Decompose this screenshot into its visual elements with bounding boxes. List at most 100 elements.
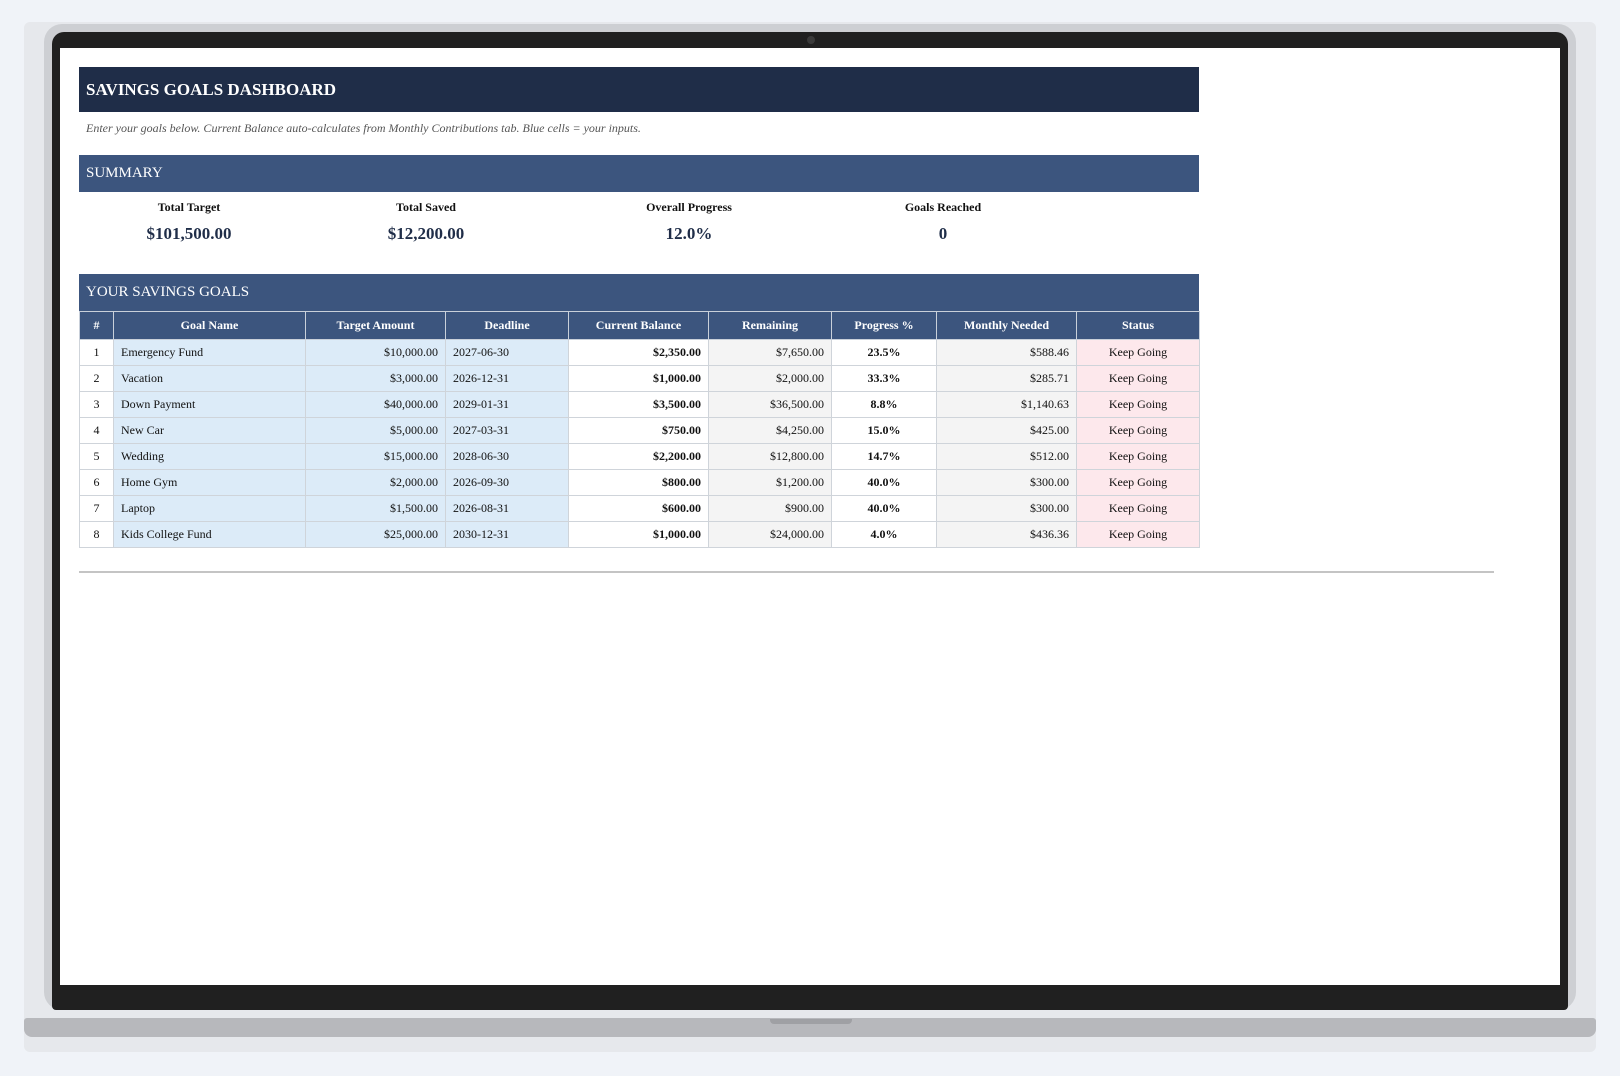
monthly-needed-cell[interactable]: $436.36 [936, 521, 1077, 548]
goal-name-cell[interactable]: New Car [113, 417, 306, 444]
goal-name-cell[interactable]: Home Gym [113, 469, 306, 496]
goal-number-cell[interactable]: 8 [79, 521, 114, 548]
deadline-cell[interactable]: 2030-12-31 [445, 521, 569, 548]
spreadsheet-screen: SAVINGS GOALS DASHBOARD Enter your goals… [60, 48, 1560, 985]
deadline-cell[interactable]: 2027-03-31 [445, 417, 569, 444]
status-cell[interactable]: Keep Going [1076, 417, 1200, 444]
laptop-notch [770, 1019, 852, 1024]
table-row: 5 Wedding $15,000.00 2028-06-30 $2,200.0… [79, 443, 1200, 470]
monthly-needed-cell[interactable]: $300.00 [936, 495, 1077, 522]
status-cell[interactable]: Keep Going [1076, 339, 1200, 366]
remaining-cell[interactable]: $36,500.00 [708, 391, 832, 418]
current-balance-cell[interactable]: $1,000.00 [568, 365, 709, 392]
progress-cell[interactable]: 40.0% [831, 495, 937, 522]
target-amount-cell[interactable]: $1,500.00 [305, 495, 446, 522]
dashboard-title: SAVINGS GOALS DASHBOARD [79, 67, 1199, 112]
current-balance-cell[interactable]: $2,350.00 [568, 339, 709, 366]
instructions-note: Enter your goals below. Current Balance … [86, 121, 641, 135]
column-header[interactable]: Goal Name [113, 311, 306, 340]
goal-name-cell[interactable]: Kids College Fund [113, 521, 306, 548]
progress-cell[interactable]: 23.5% [831, 339, 937, 366]
goal-number-cell[interactable]: 3 [79, 391, 114, 418]
column-header[interactable]: Status [1076, 311, 1200, 340]
remaining-cell[interactable]: $900.00 [708, 495, 832, 522]
target-amount-cell[interactable]: $15,000.00 [305, 443, 446, 470]
current-balance-cell[interactable]: $600.00 [568, 495, 709, 522]
goal-name-cell[interactable]: Wedding [113, 443, 306, 470]
status-cell[interactable]: Keep Going [1076, 521, 1200, 548]
status-cell[interactable]: Keep Going [1076, 365, 1200, 392]
goal-name-cell[interactable]: Down Payment [113, 391, 306, 418]
goal-number-cell[interactable]: 2 [79, 365, 114, 392]
current-balance-cell[interactable]: $2,200.00 [568, 443, 709, 470]
current-balance-cell[interactable]: $750.00 [568, 417, 709, 444]
target-amount-cell[interactable]: $40,000.00 [305, 391, 446, 418]
monthly-needed-cell[interactable]: $588.46 [936, 339, 1077, 366]
deadline-cell[interactable]: 2026-12-31 [445, 365, 569, 392]
deadline-cell[interactable]: 2029-01-31 [445, 391, 569, 418]
target-amount-cell[interactable]: $2,000.00 [305, 469, 446, 496]
progress-cell[interactable]: 33.3% [831, 365, 937, 392]
remaining-cell[interactable]: $1,200.00 [708, 469, 832, 496]
goals-table: # Goal Name Target Amount Deadline Curre… [79, 311, 1200, 548]
goal-number-cell[interactable]: 5 [79, 443, 114, 470]
column-header[interactable]: Progress % [831, 311, 937, 340]
kpi-overall-progress[interactable]: Overall Progress 12.0% [579, 200, 799, 244]
current-balance-cell[interactable]: $1,000.00 [568, 521, 709, 548]
column-header[interactable]: Target Amount [305, 311, 446, 340]
kpi-goals-reached[interactable]: Goals Reached 0 [833, 200, 1053, 244]
remaining-cell[interactable]: $12,800.00 [708, 443, 832, 470]
kpi-label: Goals Reached [904, 200, 982, 214]
goal-name-cell[interactable]: Laptop [113, 495, 306, 522]
goal-name-cell[interactable]: Vacation [113, 365, 306, 392]
progress-cell[interactable]: 4.0% [831, 521, 937, 548]
deadline-cell[interactable]: 2028-06-30 [445, 443, 569, 470]
kpi-value: 12.0% [665, 224, 713, 243]
status-cell[interactable]: Keep Going [1076, 391, 1200, 418]
column-header[interactable]: Current Balance [568, 311, 709, 340]
target-amount-cell[interactable]: $3,000.00 [305, 365, 446, 392]
progress-cell[interactable]: 14.7% [831, 443, 937, 470]
monthly-needed-cell[interactable]: $512.00 [936, 443, 1077, 470]
kpi-value: $101,500.00 [146, 224, 232, 243]
progress-cell[interactable]: 40.0% [831, 469, 937, 496]
deadline-cell[interactable]: 2026-09-30 [445, 469, 569, 496]
monthly-needed-cell[interactable]: $1,140.63 [936, 391, 1077, 418]
goal-number-cell[interactable]: 6 [79, 469, 114, 496]
status-cell[interactable]: Keep Going [1076, 495, 1200, 522]
monthly-needed-cell[interactable]: $425.00 [936, 417, 1077, 444]
monthly-needed-cell[interactable]: $285.71 [936, 365, 1077, 392]
table-row: 8 Kids College Fund $25,000.00 2030-12-3… [79, 521, 1200, 548]
kpi-label: Total Target [157, 200, 221, 214]
table-row: 6 Home Gym $2,000.00 2026-09-30 $800.00 … [79, 469, 1200, 496]
current-balance-cell[interactable]: $3,500.00 [568, 391, 709, 418]
column-header[interactable]: Remaining [708, 311, 832, 340]
column-header[interactable]: # [79, 311, 114, 340]
current-balance-cell[interactable]: $800.00 [568, 469, 709, 496]
kpi-value: $12,200.00 [387, 224, 465, 243]
deadline-cell[interactable]: 2027-06-30 [445, 339, 569, 366]
target-amount-cell[interactable]: $10,000.00 [305, 339, 446, 366]
progress-cell[interactable]: 8.8% [831, 391, 937, 418]
remaining-cell[interactable]: $7,650.00 [708, 339, 832, 366]
kpi-total-target[interactable]: Total Target $101,500.00 [79, 200, 299, 244]
progress-cell[interactable]: 15.0% [831, 417, 937, 444]
goal-number-cell[interactable]: 7 [79, 495, 114, 522]
summary-header: SUMMARY [79, 155, 1199, 192]
status-cell[interactable]: Keep Going [1076, 443, 1200, 470]
remaining-cell[interactable]: $2,000.00 [708, 365, 832, 392]
remaining-cell[interactable]: $4,250.00 [708, 417, 832, 444]
goal-name-cell[interactable]: Emergency Fund [113, 339, 306, 366]
target-amount-cell[interactable]: $25,000.00 [305, 521, 446, 548]
deadline-cell[interactable]: 2026-08-31 [445, 495, 569, 522]
column-header[interactable]: Deadline [445, 311, 569, 340]
target-amount-cell[interactable]: $5,000.00 [305, 417, 446, 444]
remaining-cell[interactable]: $24,000.00 [708, 521, 832, 548]
kpi-total-saved[interactable]: Total Saved $12,200.00 [316, 200, 536, 244]
table-header-row: # Goal Name Target Amount Deadline Curre… [79, 311, 1200, 340]
status-cell[interactable]: Keep Going [1076, 469, 1200, 496]
monthly-needed-cell[interactable]: $300.00 [936, 469, 1077, 496]
goal-number-cell[interactable]: 4 [79, 417, 114, 444]
column-header[interactable]: Monthly Needed [936, 311, 1077, 340]
goal-number-cell[interactable]: 1 [79, 339, 114, 366]
